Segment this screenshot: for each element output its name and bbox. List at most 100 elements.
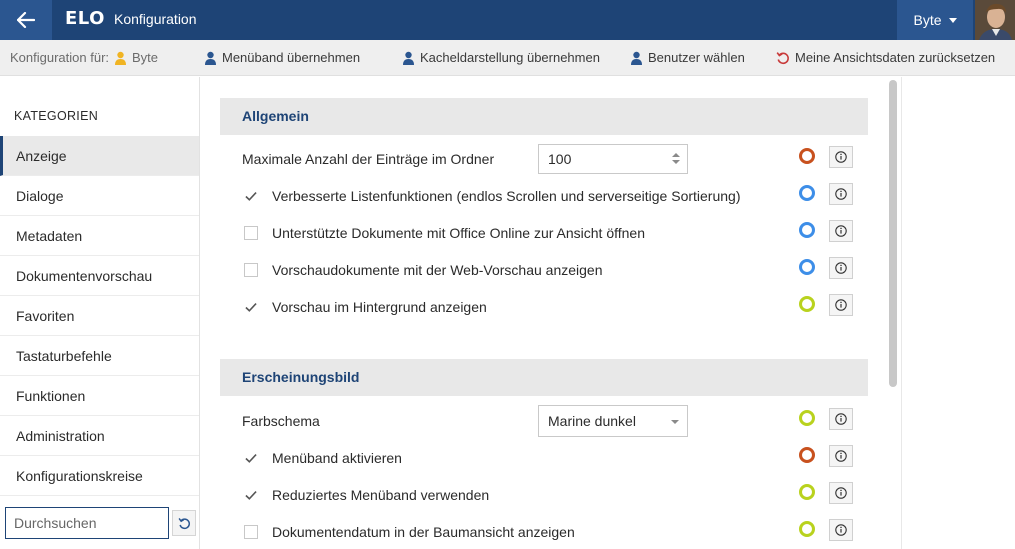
setting-label: Maximale Anzahl der Einträge im Ordner: [242, 151, 495, 167]
reset-view-data-label: Meine Ansichtsdaten zurücksetzen: [795, 50, 996, 65]
info-button[interactable]: [829, 445, 853, 467]
max-entries-number-input[interactable]: 100: [538, 144, 688, 174]
status-dot-green-icon: [799, 410, 815, 426]
max-entries-value: 100: [548, 151, 572, 167]
setting-row-document-date-tree: Dokumentendatum in der Baumansicht anzei…: [242, 517, 854, 547]
config-for-selector[interactable]: Konfiguration für: Byte: [10, 50, 158, 65]
checkmark-icon: [245, 453, 257, 463]
select-users-button[interactable]: Benutzer wählen: [630, 50, 745, 65]
select-users-label: Benutzer wählen: [648, 50, 745, 65]
info-button[interactable]: [829, 408, 853, 430]
setting-label: Menüband aktivieren: [272, 450, 402, 466]
app-header: ELO Konfiguration Byte: [0, 0, 1015, 40]
setting-row-color-scheme: Farbschema Marine dunkel: [242, 405, 854, 437]
setting-label: Reduziertes Menüband verwenden: [272, 487, 490, 503]
status-dot-green-icon: [799, 484, 815, 500]
config-toolbar: Konfiguration für: Byte Menüband überneh…: [0, 40, 1015, 76]
user-menu-button[interactable]: Byte: [897, 0, 973, 40]
info-icon: [835, 299, 847, 311]
info-icon: [835, 413, 847, 425]
info-icon: [835, 450, 847, 462]
category-item-favoriten[interactable]: Favoriten: [0, 296, 199, 336]
section-header-allgemein: Allgemein: [220, 98, 868, 135]
improved-lists-checkbox[interactable]: [244, 189, 258, 203]
info-icon: [835, 262, 847, 274]
category-search-input[interactable]: [5, 507, 169, 539]
user-avatar[interactable]: [975, 0, 1015, 40]
checkmark-icon: [245, 302, 257, 312]
stepper-up-icon[interactable]: [672, 153, 680, 157]
vertical-scrollbar[interactable]: [889, 80, 897, 387]
info-icon: [835, 188, 847, 200]
status-dot-orange-icon: [799, 148, 815, 164]
info-button[interactable]: [829, 146, 853, 168]
setting-row-enable-ribbon: Menüband aktivieren: [242, 443, 854, 473]
info-button[interactable]: [829, 294, 853, 316]
info-icon: [835, 151, 847, 163]
ribbon-apply-label: Menüband übernehmen: [222, 50, 361, 65]
settings-panel: Allgemein Maximale Anzahl der Einträge i…: [201, 77, 901, 549]
category-item-administration[interactable]: Administration: [0, 416, 199, 456]
category-item-dokumentenvorschau[interactable]: Dokumentenvorschau: [0, 256, 199, 296]
setting-label: Farbschema: [242, 413, 320, 429]
category-item-konfigurationskreise[interactable]: Konfigurationskreise: [0, 456, 199, 496]
refresh-icon: [178, 517, 190, 529]
reset-icon: [776, 51, 789, 64]
document-date-tree-checkbox[interactable]: [244, 525, 258, 539]
chevron-down-icon: [948, 17, 957, 23]
info-button[interactable]: [829, 482, 853, 504]
checkmark-icon: [245, 191, 257, 201]
web-preview-checkbox[interactable]: [244, 263, 258, 277]
tiles-apply-button[interactable]: Kacheldarstellung übernehmen: [402, 50, 600, 65]
number-stepper[interactable]: [672, 153, 680, 164]
info-icon: [835, 487, 847, 499]
info-button[interactable]: [829, 183, 853, 205]
category-item-anzeige[interactable]: Anzeige: [0, 136, 199, 176]
status-dot-blue-icon: [799, 185, 815, 201]
setting-label: Unterstützte Dokumente mit Office Online…: [272, 225, 645, 241]
status-dot-blue-icon: [799, 222, 815, 238]
right-empty-panel: [901, 77, 1015, 549]
setting-label: Vorschau im Hintergrund anzeigen: [272, 299, 487, 315]
status-dot-blue-icon: [799, 259, 815, 275]
config-for-label: Konfiguration für:: [10, 50, 110, 65]
checkmark-icon: [245, 490, 257, 500]
reduced-ribbon-checkbox[interactable]: [244, 488, 258, 502]
setting-label: Verbesserte Listenfunktionen (endlos Scr…: [272, 188, 741, 204]
arrow-left-icon: [17, 12, 35, 28]
background-preview-checkbox[interactable]: [244, 300, 258, 314]
ribbon-apply-button[interactable]: Menüband übernehmen: [204, 50, 360, 65]
reset-view-data-button[interactable]: Meine Ansichtsdaten zurücksetzen: [776, 50, 995, 65]
office-online-checkbox[interactable]: [244, 226, 258, 240]
user-icon: [205, 51, 216, 65]
info-button[interactable]: [829, 257, 853, 279]
stepper-down-icon[interactable]: [672, 160, 680, 164]
category-list: Anzeige Dialoge Metadaten Dokumentenvors…: [0, 136, 199, 496]
info-button[interactable]: [829, 519, 853, 541]
category-item-tastaturbefehle[interactable]: Tastaturbefehle: [0, 336, 199, 376]
setting-row-improved-lists: Verbesserte Listenfunktionen (endlos Scr…: [242, 181, 854, 211]
back-button[interactable]: [0, 0, 52, 40]
setting-label: Vorschaudokumente mit der Web-Vorschau a…: [272, 262, 603, 278]
category-item-funktionen[interactable]: Funktionen: [0, 376, 199, 416]
reset-search-button[interactable]: [172, 510, 196, 536]
info-icon: [835, 225, 847, 237]
user-icon: [403, 51, 414, 65]
setting-row-web-preview: Vorschaudokumente mit der Web-Vorschau a…: [242, 255, 854, 285]
enable-ribbon-checkbox[interactable]: [244, 451, 258, 465]
status-dot-green-icon: [799, 521, 815, 537]
setting-row-office-online: Unterstützte Dokumente mit Office Online…: [242, 218, 854, 248]
category-item-metadaten[interactable]: Metadaten: [0, 216, 199, 256]
color-scheme-select[interactable]: Marine dunkel: [538, 405, 688, 437]
categories-heading: KATEGORIEN: [14, 109, 99, 123]
avatar-portrait-icon: [975, 0, 1015, 40]
elo-logo: ELO: [65, 8, 105, 29]
categories-sidebar: KATEGORIEN Anzeige Dialoge Metadaten Dok…: [0, 77, 200, 549]
info-button[interactable]: [829, 220, 853, 242]
color-scheme-value: Marine dunkel: [548, 413, 636, 429]
info-icon: [835, 524, 847, 536]
section-header-erscheinungsbild: Erscheinungsbild: [220, 359, 868, 396]
user-icon: [115, 51, 127, 65]
category-item-dialoge[interactable]: Dialoge: [0, 176, 199, 216]
user-name: Byte: [913, 12, 942, 28]
